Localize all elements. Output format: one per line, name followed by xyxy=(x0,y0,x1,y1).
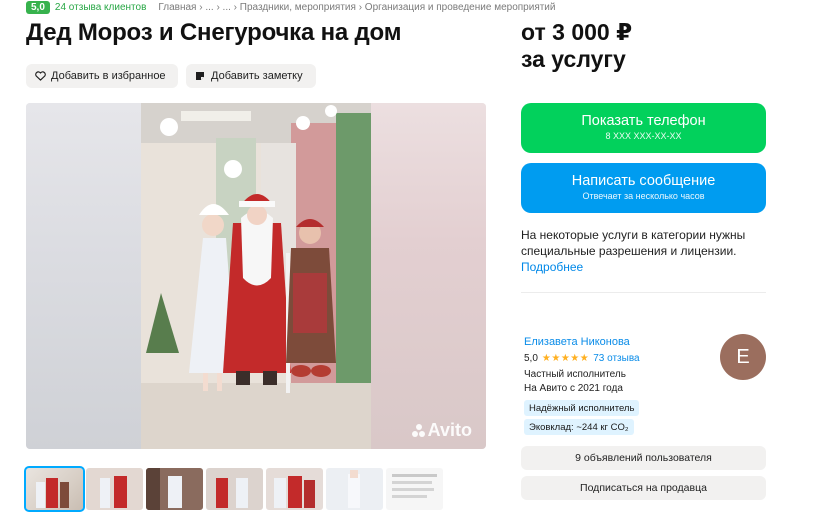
avatar[interactable]: Е xyxy=(720,334,766,380)
avito-watermark: Avito xyxy=(411,420,472,441)
note-icon xyxy=(194,70,206,82)
add-note-label: Добавить заметку xyxy=(211,70,303,82)
subscribe-button[interactable]: Подписаться на продавца xyxy=(521,476,766,500)
add-to-favorites-button[interactable]: Добавить в избранное xyxy=(26,64,178,88)
thumbnail[interactable] xyxy=(386,468,443,510)
seller-rating-value: 5,0 xyxy=(524,353,538,364)
license-notice-text: На некоторые услуги в категории нужны сп… xyxy=(521,228,746,258)
price: от 3 000 ₽ за услугу xyxy=(521,19,632,73)
page-title: Дед Мороз и Снегурочка на дом xyxy=(26,19,402,46)
seller-reviews-link[interactable]: 73 отзыва xyxy=(593,353,639,364)
watermark-text: Avito xyxy=(427,420,472,440)
breadcrumb[interactable]: Главная › ... › ... › Праздники, меропри… xyxy=(158,2,555,13)
divider xyxy=(521,292,766,293)
trusted-seller-badge[interactable]: Надёжный исполнитель xyxy=(524,400,640,416)
thumbnail[interactable] xyxy=(146,468,203,510)
reviews-link[interactable]: 24 отзыва клиентов xyxy=(55,2,146,13)
price-unit: за услугу xyxy=(521,46,626,72)
seller-type: Частный исполнитель xyxy=(524,369,626,380)
phone-masked: 8 XXX XXX-XX-XX xyxy=(605,131,682,141)
write-message-button[interactable]: Написать сообщение Отвечает за несколько… xyxy=(521,163,766,213)
thumbnail[interactable] xyxy=(266,468,323,510)
eco-contribution-badge[interactable]: Эковклад: ~244 кг CO₂ xyxy=(524,419,634,435)
rating-badge: 5,0 xyxy=(26,0,50,14)
avito-logo-icon xyxy=(411,423,426,438)
add-to-favorites-label: Добавить в избранное xyxy=(51,70,166,82)
add-note-button[interactable]: Добавить заметку xyxy=(186,64,316,88)
top-strip: 5,0 24 отзыва клиентов Главная › ... › .… xyxy=(26,0,555,14)
show-phone-label: Показать телефон xyxy=(581,113,706,129)
thumbnail-strip xyxy=(24,466,443,512)
price-amount: от 3 000 ₽ xyxy=(521,19,633,45)
thumbnail[interactable] xyxy=(86,468,143,510)
thumbnail[interactable] xyxy=(206,468,263,510)
write-message-label: Написать сообщение xyxy=(571,173,716,189)
seller-rating: 5,0 ★★★★★ 73 отзыва xyxy=(524,353,640,364)
license-notice: На некоторые услуги в категории нужны сп… xyxy=(521,227,771,275)
avatar-letter: Е xyxy=(736,345,750,368)
seller-since: На Авито с 2021 года xyxy=(524,383,623,394)
show-phone-button[interactable]: Показать телефон 8 XXX XXX-XX-XX xyxy=(521,103,766,153)
gallery-blur-left xyxy=(26,103,141,449)
response-time: Отвечает за несколько часов xyxy=(582,191,705,201)
seller-name[interactable]: Елизавета Никонова xyxy=(524,336,630,348)
main-photo[interactable] xyxy=(141,103,371,449)
more-link[interactable]: Подробнее xyxy=(521,259,771,275)
heart-icon xyxy=(34,70,46,82)
thumbnail[interactable] xyxy=(24,466,85,512)
gallery-blur-right xyxy=(371,103,486,449)
seller-ads-button[interactable]: 9 объявлений пользователя xyxy=(521,446,766,470)
star-rating-icon: ★★★★★ xyxy=(541,353,590,364)
thumbnail[interactable] xyxy=(326,468,383,510)
photo-gallery[interactable]: Avito xyxy=(26,103,486,449)
